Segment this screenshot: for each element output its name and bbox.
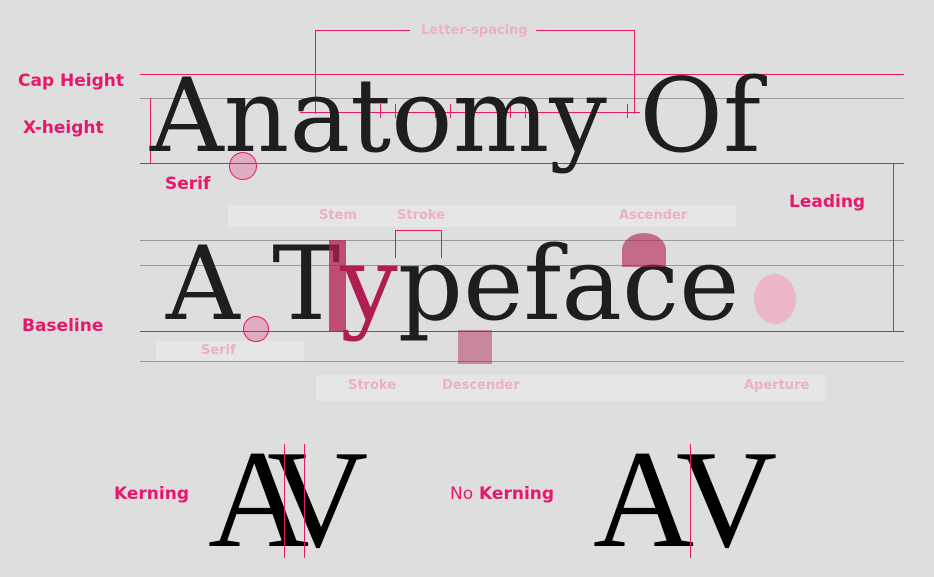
kerning-example: AV: [208, 422, 368, 577]
aperture-highlight: [754, 274, 796, 324]
leading-bracket: [893, 163, 894, 331]
leading-bracket-top: [878, 163, 894, 164]
leading-label: Leading: [789, 192, 866, 212]
serif-label-bottom: Serif: [201, 343, 236, 358]
no-kerning-example: AV: [593, 422, 778, 577]
stroke-label-bottom: Stroke: [348, 378, 397, 393]
no-kerning-prefix: No: [450, 484, 474, 504]
stroke-label-top: Stroke: [397, 208, 446, 223]
stem-label: Stem: [319, 208, 357, 223]
serif-marker-bottom: [243, 316, 269, 342]
aperture-label: Aperture: [744, 378, 810, 393]
letter-spacing-bracket-top-right: [536, 30, 634, 31]
descender-line: [140, 361, 904, 362]
serif-marker-top: [229, 152, 257, 180]
descender-highlight: [458, 330, 492, 364]
descender-label: Descender: [442, 378, 520, 393]
no-kerning-label: No Kerning: [450, 484, 554, 504]
letter-spacing-label: Letter-spacing: [421, 23, 528, 38]
serif-label: Serif: [165, 174, 211, 194]
kerning-guide-2: [304, 444, 305, 558]
letter-spacing-bracket-top-left: [315, 30, 410, 31]
no-kerning-word: Kerning: [479, 484, 555, 504]
ascender-highlight: [622, 233, 666, 267]
specimen-glyph-f: f: [523, 225, 562, 344]
ascender-label: Ascender: [619, 208, 688, 223]
x-height-label: X-height: [23, 118, 104, 138]
specimen-glyph-a: A: [166, 225, 240, 344]
specimen-glyph-pe: pe: [397, 225, 524, 344]
leading-bracket-bottom: [878, 331, 894, 332]
kerning-guide-1: [284, 444, 285, 558]
kerning-label: Kerning: [114, 484, 189, 504]
cap-height-label: Cap Height: [18, 71, 125, 91]
baseline-label: Baseline: [22, 316, 104, 336]
no-kerning-guide: [690, 444, 691, 558]
specimen-glyph-y: y: [340, 225, 398, 344]
stem-highlight: [329, 240, 346, 332]
